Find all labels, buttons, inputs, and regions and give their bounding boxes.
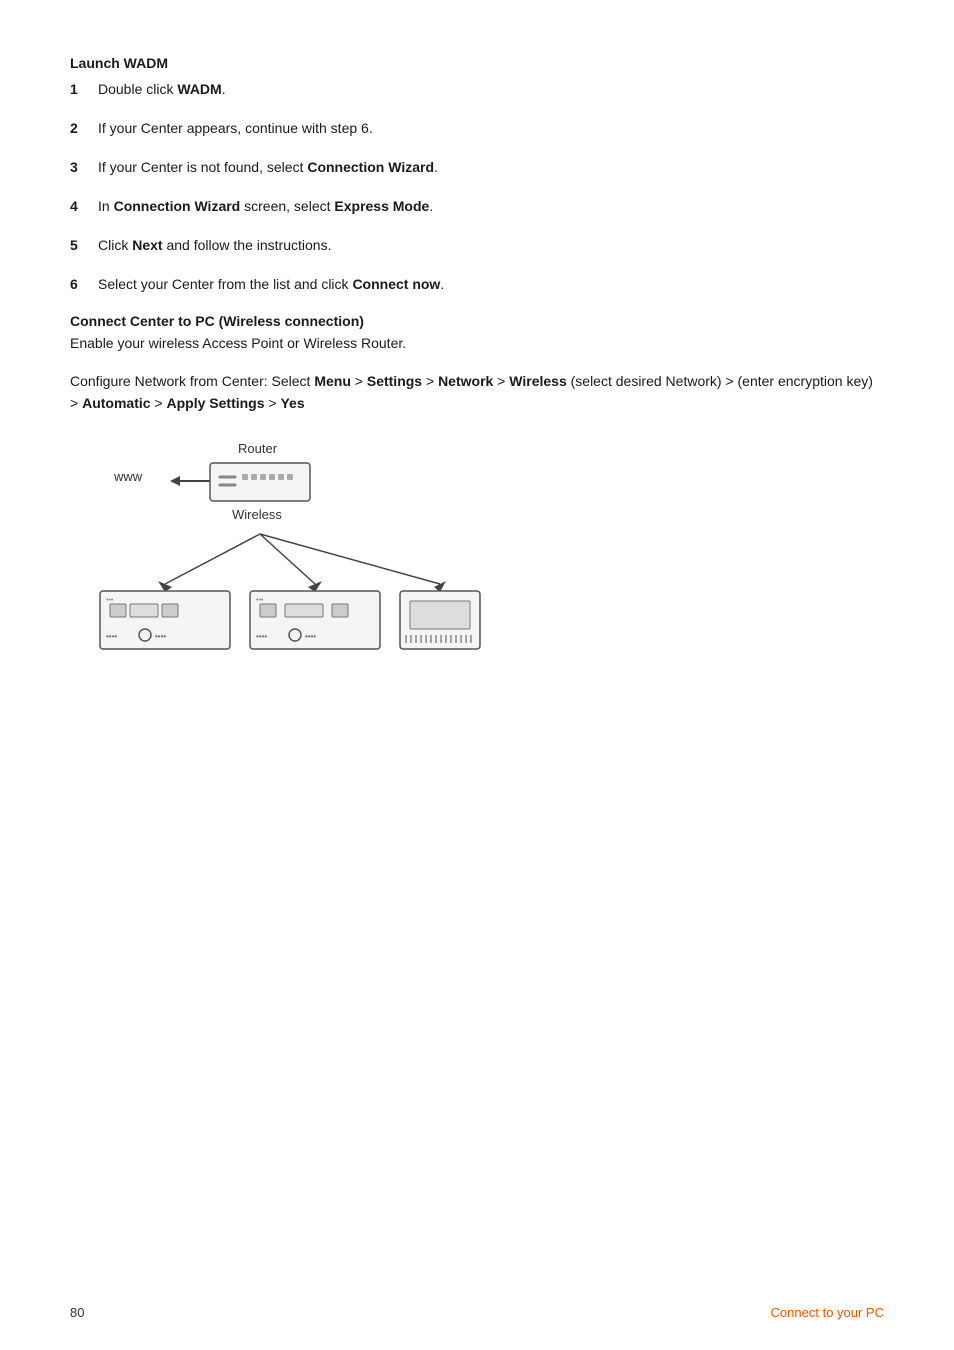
svg-text:•••: •••: [256, 597, 264, 604]
step-2: 2 If your Center appears, continue with …: [70, 118, 884, 139]
step-5: 5 Click Next and follow the instructions…: [70, 235, 884, 256]
step-6: 6 Select your Center from the list and c…: [70, 274, 884, 295]
router-label: Router: [238, 441, 277, 456]
yes-bold: Yes: [280, 395, 304, 411]
apply-bold: Apply Settings: [167, 395, 265, 411]
section-heading-2: Connect Center to PC (Wireless connectio…: [70, 313, 884, 329]
svg-text:••••: ••••: [106, 632, 117, 641]
configure-text: Configure Network from Center: Select Me…: [70, 370, 884, 415]
step-1-bold: WADM: [177, 81, 221, 97]
settings-bold: Settings: [367, 373, 422, 389]
step-num-3: 3: [70, 157, 98, 178]
section-subtext: Enable your wireless Access Point or Wir…: [70, 333, 884, 354]
section-heading-1: Launch WADM: [70, 55, 884, 71]
step-num-5: 5: [70, 235, 98, 256]
step-text-2: If your Center appears, continue with st…: [98, 118, 373, 139]
menu-bold: Menu: [314, 373, 351, 389]
wireless-label: Wireless: [232, 507, 282, 522]
automatic-bold: Automatic: [82, 395, 150, 411]
step-text-3: If your Center is not found, select Conn…: [98, 157, 438, 178]
page-footer: 80 Connect to your PC: [70, 1305, 884, 1320]
step-num-1: 1: [70, 79, 98, 100]
svg-text:•••: •••: [106, 597, 114, 604]
step-4: 4 In Connection Wizard screen, select Ex…: [70, 196, 884, 217]
step-list: 1 Double click WADM. 2 If your Center ap…: [70, 79, 884, 295]
svg-text:••••: ••••: [155, 632, 166, 641]
step-text-6: Select your Center from the list and cli…: [98, 274, 444, 295]
svg-text:••••: ••••: [305, 632, 316, 641]
step-4-bold2: Express Mode: [334, 198, 429, 214]
www-label: www: [114, 469, 142, 484]
step-text-1: Double click WADM.: [98, 79, 226, 100]
step-text-5: Click Next and follow the instructions.: [98, 235, 331, 256]
step-6-bold: Connect now: [352, 276, 440, 292]
network-bold: Network: [438, 373, 493, 389]
step-num-4: 4: [70, 196, 98, 217]
step-1: 1 Double click WADM.: [70, 79, 884, 100]
step-3-bold: Connection Wizard: [307, 159, 434, 175]
step-4-bold1: Connection Wizard: [114, 198, 241, 214]
step-5-bold: Next: [132, 237, 162, 253]
step-num-6: 6: [70, 274, 98, 295]
step-text-4: In Connection Wizard screen, select Expr…: [98, 196, 433, 217]
footer-page-number: 80: [70, 1305, 84, 1320]
network-diagram: ••• •••• •••• ••• •••• ••••: [90, 439, 510, 659]
step-3: 3 If your Center is not found, select Co…: [70, 157, 884, 178]
diagram-svg: ••• •••• •••• ••• •••• ••••: [90, 439, 510, 659]
wireless-bold: Wireless: [509, 373, 566, 389]
step-num-2: 2: [70, 118, 98, 139]
footer-connect-text: Connect to your PC: [771, 1305, 884, 1320]
svg-text:••••: ••••: [256, 632, 267, 641]
